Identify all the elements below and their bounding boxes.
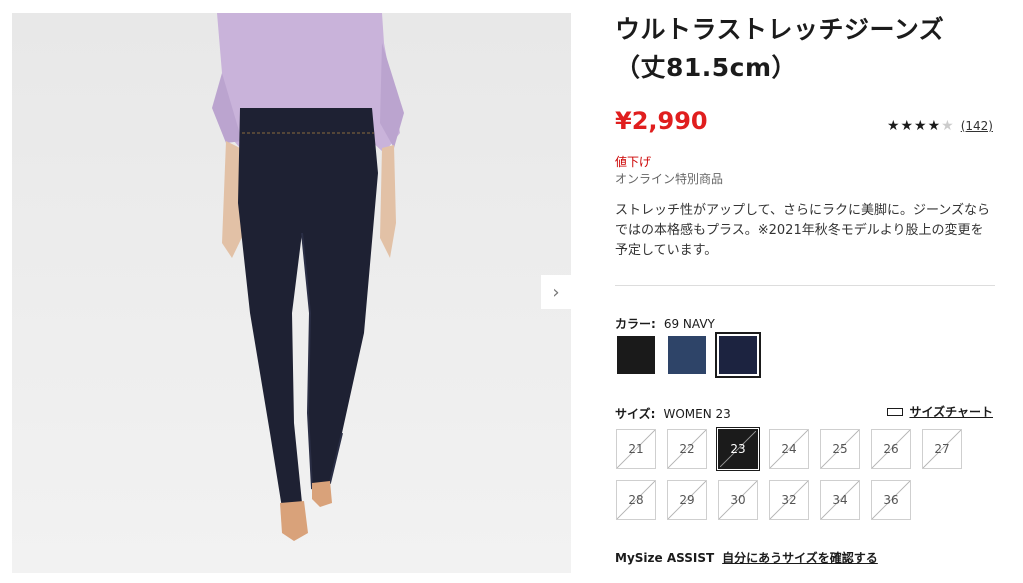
size-option-24[interactable]: 24: [769, 429, 809, 469]
product-image: [12, 13, 571, 573]
review-count-link[interactable]: (142): [961, 119, 993, 133]
star-rating-icon: ★★★★★: [886, 118, 955, 134]
size-option-34[interactable]: 34: [820, 480, 860, 520]
product-description: ストレッチ性がアップして、さらにラクに美脚に。ジーンズならではの本格感もプラス。…: [615, 203, 991, 258]
color-value: 69 NAVY: [663, 317, 715, 331]
color-label: カラー:: [615, 317, 656, 331]
color-swatch-blue[interactable]: [668, 336, 706, 374]
size-option-27[interactable]: 27: [922, 429, 962, 469]
size-option-21[interactable]: 21: [616, 429, 656, 469]
size-option-30[interactable]: 30: [718, 480, 758, 520]
size-value: WOMEN 23: [663, 407, 731, 421]
color-selected-label: カラー: 69 NAVY: [615, 315, 715, 332]
product-title: ウルトラストレッチジーンズ（丈81.5cm）: [615, 15, 945, 82]
color-swatch-black[interactable]: [617, 336, 655, 374]
size-chart-link[interactable]: サイズチャート: [887, 403, 993, 420]
gallery-next-button[interactable]: ›: [541, 275, 571, 309]
product-price: ¥2,990: [615, 107, 708, 135]
size-option-29[interactable]: 29: [667, 480, 707, 520]
divider: [615, 285, 995, 286]
size-label: サイズ:: [615, 407, 656, 421]
mysize-assist: MySize ASSIST 自分にあうサイズを確認する: [615, 549, 878, 566]
mysize-link[interactable]: 自分にあうサイズを確認する: [722, 551, 878, 565]
size-option-32[interactable]: 32: [769, 480, 809, 520]
chevron-right-icon: ›: [552, 281, 560, 303]
size-option-26[interactable]: 26: [871, 429, 911, 469]
price-down-badge: 値下げ: [615, 155, 652, 169]
color-swatch-navy[interactable]: [715, 332, 761, 378]
ruler-icon: [887, 407, 904, 416]
rating: ★★★★★ (142): [887, 118, 993, 134]
size-selected-label: サイズ: WOMEN 23: [615, 405, 731, 422]
size-option-28[interactable]: 28: [616, 480, 656, 520]
size-option-25[interactable]: 25: [820, 429, 860, 469]
size-option-22[interactable]: 22: [667, 429, 707, 469]
size-option-36[interactable]: 36: [871, 480, 911, 520]
size-option-23[interactable]: 23: [716, 427, 760, 471]
mysize-label: MySize ASSIST: [615, 551, 715, 565]
size-chart-label: サイズチャート: [909, 405, 993, 419]
online-special-label: オンライン特別商品: [615, 172, 724, 186]
